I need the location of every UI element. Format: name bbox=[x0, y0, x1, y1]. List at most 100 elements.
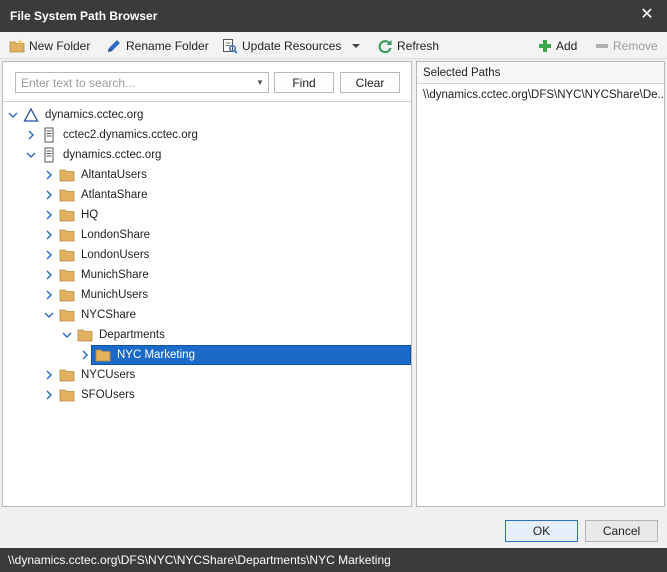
tree-node-label: Departments bbox=[99, 329, 165, 341]
tree-node-folder[interactable]: NYCUsers bbox=[3, 365, 411, 385]
chevron-right-icon[interactable] bbox=[44, 230, 54, 240]
tree-node-label: MunichShare bbox=[81, 269, 149, 281]
refresh-icon bbox=[378, 40, 392, 54]
pencil-icon bbox=[108, 40, 120, 52]
selected-paths-title: Selected Paths bbox=[423, 67, 501, 79]
status-path: \\dynamics.cctec.org\DFS\NYC\NYCShare\De… bbox=[8, 553, 391, 567]
folder-icon bbox=[59, 189, 75, 202]
tree-node-folder[interactable]: AtlantaShare bbox=[3, 185, 411, 205]
window-title: File System Path Browser bbox=[10, 9, 158, 23]
tree-node-folder[interactable]: MunichUsers bbox=[3, 285, 411, 305]
tree-node-label: dynamics.cctec.org bbox=[45, 109, 144, 121]
chevron-down-icon[interactable] bbox=[8, 110, 18, 120]
tree-node-folder[interactable]: SFOUsers bbox=[3, 385, 411, 405]
folder-icon bbox=[59, 209, 75, 222]
folder-icon bbox=[59, 229, 75, 242]
chevron-right-icon[interactable] bbox=[44, 250, 54, 260]
folder-icon bbox=[77, 329, 93, 342]
folder-icon bbox=[59, 309, 75, 322]
status-bar: \\dynamics.cctec.org\DFS\NYC\NYCShare\De… bbox=[0, 548, 667, 572]
tree-node-root[interactable]: dynamics.cctec.org bbox=[3, 105, 411, 125]
selected-path-text: \\dynamics.cctec.org\DFS\NYC\NYCShare\De… bbox=[423, 89, 664, 101]
search-combobox[interactable]: ▼ bbox=[15, 72, 269, 93]
tree-node-folder[interactable]: HQ bbox=[3, 205, 411, 225]
server-icon bbox=[44, 127, 54, 143]
tree-node-label: HQ bbox=[81, 209, 99, 221]
list-item[interactable]: \\dynamics.cctec.org\DFS\NYC\NYCShare\De… bbox=[417, 85, 664, 105]
add-label: Add bbox=[556, 39, 578, 53]
refresh-button[interactable]: Refresh bbox=[377, 36, 439, 56]
chevron-right-icon[interactable] bbox=[44, 290, 54, 300]
chevron-right-icon[interactable] bbox=[44, 210, 54, 220]
tree-node-label: NYCShare bbox=[81, 309, 136, 321]
tree-node-label: LondonShare bbox=[81, 229, 151, 241]
folder-icon bbox=[59, 289, 75, 302]
refresh-label: Refresh bbox=[397, 39, 440, 53]
folder-icon bbox=[59, 269, 75, 282]
tree-node-label: SFOUsers bbox=[81, 389, 135, 401]
chevron-right-icon[interactable] bbox=[44, 190, 54, 200]
folder-icon bbox=[95, 349, 111, 362]
caret-down-icon bbox=[352, 44, 360, 48]
search-bar: ▼ Find Clear bbox=[3, 62, 411, 102]
new-folder-button[interactable]: New Folder bbox=[9, 36, 90, 56]
server-icon bbox=[44, 147, 54, 163]
tree-node-label: cctec2.dynamics.cctec.org bbox=[63, 129, 198, 141]
folder-tree-panel: ▼ Find Clear dynamics.cctec.org cctec2.d… bbox=[2, 61, 412, 507]
cancel-button[interactable]: Cancel bbox=[585, 520, 658, 542]
selected-paths-header: Selected Paths bbox=[417, 62, 664, 84]
title-bar: File System Path Browser ✕ bbox=[0, 0, 667, 32]
tree-node-folder[interactable]: LondonShare bbox=[3, 225, 411, 245]
domain-triangle-icon bbox=[23, 107, 39, 122]
tree-node-label: MunichUsers bbox=[81, 289, 149, 301]
chevron-down-icon[interactable]: ▼ bbox=[252, 78, 268, 87]
folder-icon bbox=[59, 249, 75, 262]
ok-button[interactable]: OK bbox=[505, 520, 578, 542]
tree-node-folder[interactable]: MunichShare bbox=[3, 265, 411, 285]
tree-node-folder-selected[interactable]: NYC Marketing bbox=[3, 345, 411, 365]
chevron-down-icon[interactable] bbox=[26, 150, 36, 160]
new-folder-icon bbox=[9, 39, 25, 53]
tree-node-label: NYC Marketing bbox=[117, 349, 195, 361]
minus-icon bbox=[596, 44, 608, 48]
toolbar: New Folder Rename Folder Update Resource… bbox=[0, 32, 667, 59]
tree-node-label: dynamics.cctec.org bbox=[63, 149, 162, 161]
folder-icon bbox=[59, 369, 75, 382]
folder-icon bbox=[59, 169, 75, 182]
remove-label: Remove bbox=[613, 39, 658, 53]
chevron-down-icon[interactable] bbox=[62, 330, 72, 340]
folder-icon bbox=[59, 389, 75, 402]
chevron-right-icon[interactable] bbox=[44, 170, 54, 180]
find-button[interactable]: Find bbox=[274, 72, 334, 93]
plus-icon bbox=[539, 40, 551, 52]
tree-node-label: AtlantaShare bbox=[81, 189, 148, 201]
new-folder-label: New Folder bbox=[29, 39, 91, 53]
tree-node-server[interactable]: dynamics.cctec.org bbox=[3, 145, 411, 165]
clear-button[interactable]: Clear bbox=[340, 72, 400, 93]
rename-folder-label: Rename Folder bbox=[126, 39, 209, 53]
tree-node-folder[interactable]: LondonUsers bbox=[3, 245, 411, 265]
add-button[interactable]: Add bbox=[538, 36, 577, 56]
chevron-right-icon[interactable] bbox=[44, 390, 54, 400]
close-icon[interactable]: ✕ bbox=[639, 6, 655, 24]
chevron-right-icon[interactable] bbox=[44, 370, 54, 380]
tree-node-folder[interactable]: NYCShare bbox=[3, 305, 411, 325]
tree-node-folder[interactable]: AltantaUsers bbox=[3, 165, 411, 185]
update-resources-icon bbox=[223, 39, 238, 54]
chevron-right-icon[interactable] bbox=[26, 130, 36, 140]
chevron-right-icon[interactable] bbox=[80, 350, 90, 360]
remove-button[interactable]: Remove bbox=[595, 36, 658, 56]
rename-folder-button[interactable]: Rename Folder bbox=[106, 36, 209, 56]
chevron-down-icon[interactable] bbox=[44, 310, 54, 320]
tree-node-label: NYCUsers bbox=[81, 369, 136, 381]
tree-node-server[interactable]: cctec2.dynamics.cctec.org bbox=[3, 125, 411, 145]
search-input[interactable] bbox=[16, 75, 252, 90]
chevron-right-icon[interactable] bbox=[44, 270, 54, 280]
tree-node-label: LondonUsers bbox=[81, 249, 150, 261]
tree-node-label: AltantaUsers bbox=[81, 169, 147, 181]
update-resources-button[interactable]: Update Resources bbox=[222, 36, 341, 56]
update-resources-dropdown[interactable] bbox=[352, 36, 362, 56]
selected-paths-panel: Selected Paths \\dynamics.cctec.org\DFS\… bbox=[416, 61, 665, 507]
update-resources-label: Update Resources bbox=[242, 39, 342, 53]
tree-node-folder[interactable]: Departments bbox=[3, 325, 411, 345]
